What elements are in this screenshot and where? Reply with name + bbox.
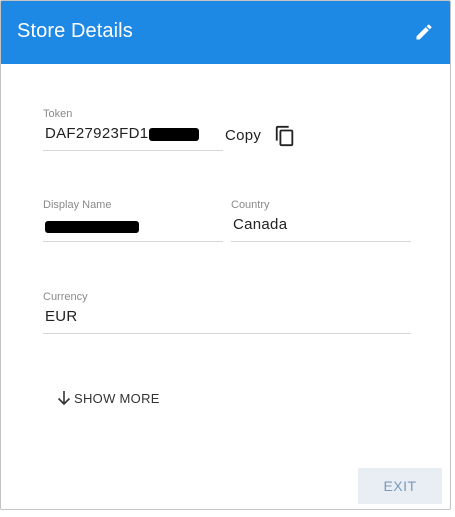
display-name-underline [43, 241, 223, 242]
redacted-block [149, 127, 200, 141]
token-label: Token [43, 108, 73, 120]
dialog-title: Store Details [17, 20, 133, 42]
display-name-label: Display Name [43, 199, 112, 211]
country-value[interactable]: Canada [233, 216, 287, 233]
store-details-dialog: Store Details Token DAF27923FD1 Copy Dis… [0, 0, 451, 510]
arrow-down-icon [57, 391, 71, 406]
show-more-button[interactable]: SHOW MORE [57, 390, 160, 406]
token-value-text: DAF27923FD1 [45, 125, 149, 142]
copy-icon[interactable] [274, 125, 296, 147]
currency-underline [43, 333, 411, 334]
dialog-header: Store Details [1, 1, 450, 64]
exit-button[interactable]: EXIT [358, 468, 442, 504]
token-value[interactable]: DAF27923FD1 [45, 125, 200, 142]
pencil-icon [416, 24, 432, 40]
currency-field[interactable]: Currency EUR [43, 291, 411, 335]
display-name-value[interactable] [45, 216, 139, 234]
currency-value[interactable]: EUR [45, 308, 78, 325]
country-label: Country [231, 199, 270, 211]
edit-button[interactable] [412, 20, 436, 44]
display-name-field[interactable]: Display Name [43, 199, 223, 243]
token-field[interactable]: Token DAF27923FD1 [43, 108, 223, 152]
token-underline [43, 150, 223, 151]
currency-label: Currency [43, 291, 88, 303]
country-underline [231, 241, 411, 242]
show-more-label: SHOW MORE [74, 390, 160, 406]
redacted-block [45, 221, 139, 234]
copy-button[interactable]: Copy [225, 127, 261, 144]
country-field[interactable]: Country Canada [231, 199, 411, 243]
